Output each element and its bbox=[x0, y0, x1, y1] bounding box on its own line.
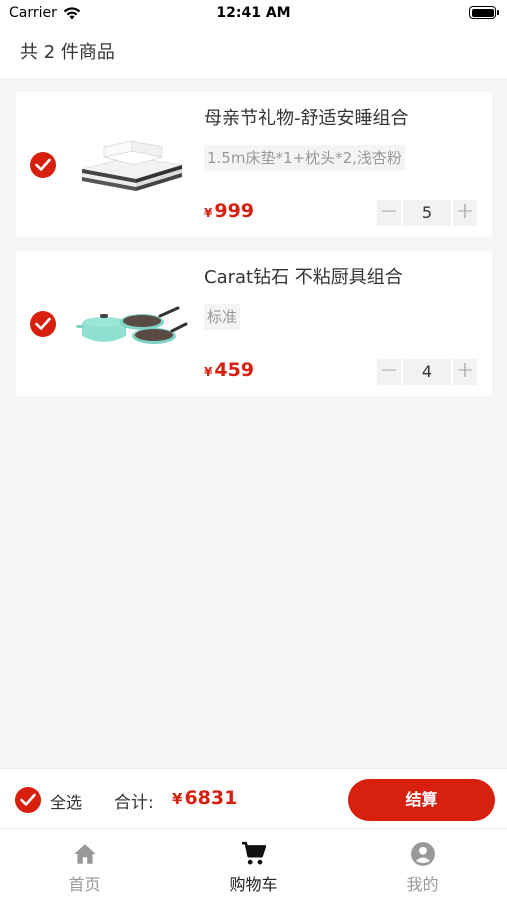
cart-item[interactable]: 母亲节礼物-舒适安睡组合 1.5m床垫*1+枕头*2,浅杏粉 ¥999 − 5 … bbox=[16, 92, 492, 237]
bedding-image[interactable] bbox=[74, 117, 189, 207]
quantity-input[interactable]: 5 bbox=[403, 200, 451, 226]
increase-button[interactable]: + bbox=[453, 359, 477, 385]
tab-cart[interactable]: 购物车 bbox=[169, 829, 338, 900]
quantity-input[interactable]: 4 bbox=[403, 359, 451, 385]
item-checkbox[interactable] bbox=[30, 152, 56, 178]
tab-profile[interactable]: 我的 bbox=[338, 829, 507, 900]
currency-symbol: ¥ bbox=[204, 206, 213, 220]
cart-icon bbox=[241, 841, 266, 865]
item-spec[interactable]: 标准 bbox=[204, 304, 241, 330]
item-spec[interactable]: 1.5m床垫*1+枕头*2,浅杏粉 bbox=[204, 145, 405, 171]
checkmark-icon bbox=[35, 317, 51, 330]
tab-label: 我的 bbox=[406, 875, 439, 894]
item-title[interactable]: Carat钻石 不粘厨具组合 bbox=[204, 263, 403, 289]
cookware-image[interactable] bbox=[74, 276, 189, 366]
total-value: ¥6831 bbox=[172, 787, 237, 809]
cart-list: 母亲节礼物-舒适安睡组合 1.5m床垫*1+枕头*2,浅杏粉 ¥999 − 5 … bbox=[16, 92, 492, 410]
quantity-stepper: − 5 + bbox=[377, 200, 477, 226]
tab-label: 购物车 bbox=[229, 875, 278, 894]
item-price: ¥999 bbox=[204, 200, 254, 222]
item-price: ¥459 bbox=[204, 359, 254, 381]
cart-item[interactable]: Carat钻石 不粘厨具组合 标准 ¥459 − 4 + bbox=[16, 251, 492, 396]
checkmark-icon bbox=[20, 793, 36, 806]
currency-symbol: ¥ bbox=[172, 790, 183, 808]
checkout-button[interactable]: 结算 bbox=[348, 779, 495, 821]
price-value: 459 bbox=[214, 359, 255, 381]
decrease-button[interactable]: − bbox=[377, 200, 401, 226]
status-time: 12:41 AM bbox=[216, 5, 291, 21]
profile-icon bbox=[410, 842, 435, 866]
decrease-button[interactable]: − bbox=[377, 359, 401, 385]
total-label: 合计: bbox=[114, 793, 154, 813]
select-all-checkbox[interactable] bbox=[15, 787, 41, 813]
item-title[interactable]: 母亲节礼物-舒适安睡组合 bbox=[204, 104, 409, 130]
currency-symbol: ¥ bbox=[204, 365, 213, 379]
tab-label: 首页 bbox=[68, 875, 101, 894]
checkmark-icon bbox=[35, 158, 51, 171]
increase-button[interactable]: + bbox=[453, 200, 477, 226]
page-title: 共 2 件商品 bbox=[0, 27, 507, 78]
price-value: 999 bbox=[214, 200, 255, 222]
tab-bar: 首页 购物车 我的 bbox=[0, 828, 507, 900]
total-amount: 6831 bbox=[184, 787, 238, 809]
quantity-stepper: − 4 + bbox=[377, 359, 477, 385]
item-checkbox[interactable] bbox=[30, 311, 56, 337]
home-icon bbox=[73, 844, 96, 864]
select-all-label[interactable]: 全选 bbox=[50, 789, 82, 813]
checkout-bar: 全选 合计: ¥6831 结算 bbox=[0, 768, 507, 828]
status-bar: Carrier 12:41 AM bbox=[0, 0, 507, 27]
battery-icon bbox=[469, 6, 499, 19]
tab-home[interactable]: 首页 bbox=[0, 829, 169, 900]
